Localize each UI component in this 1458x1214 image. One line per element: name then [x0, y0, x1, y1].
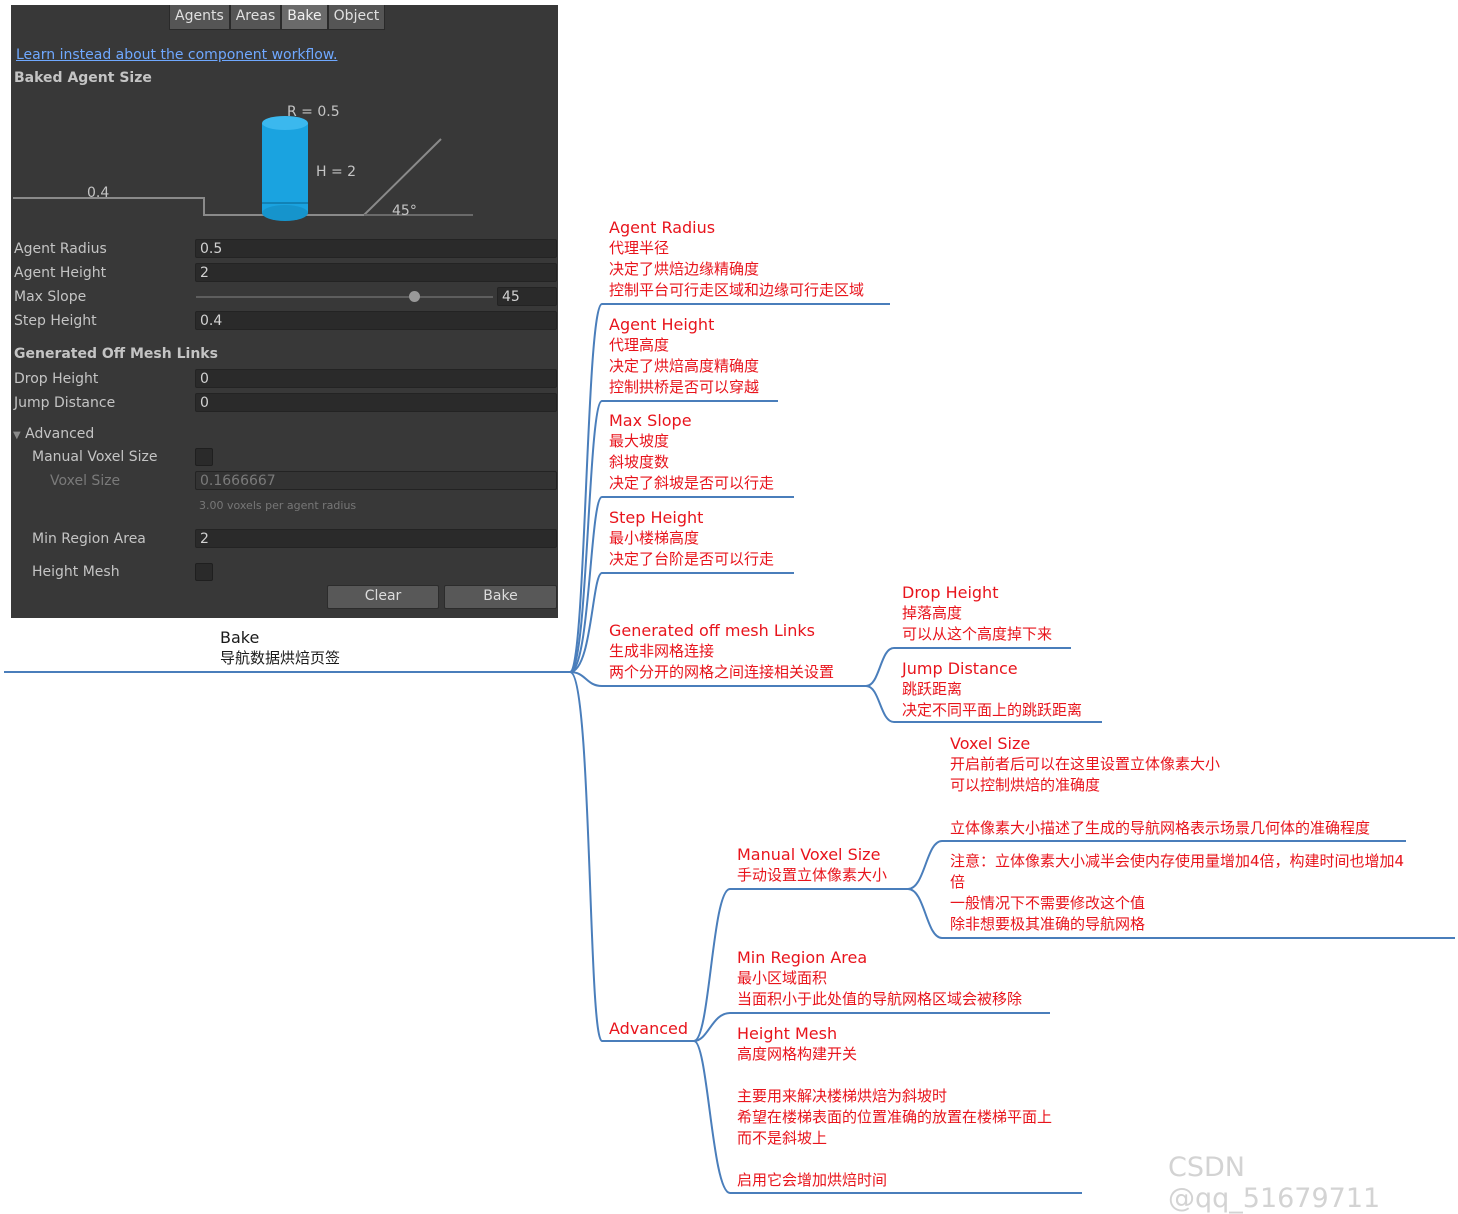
voxel-desc-node: 立体像素大小描述了生成的导航网格表示场景几何体的准确程度 — [950, 818, 1370, 839]
agent-radius-node: Agent Radius 代理半径 决定了烘焙边缘精确度 控制平台可行走区域和边… — [609, 217, 864, 301]
agent-height-node-title: Agent Height — [609, 315, 715, 334]
height-mesh-node-line: 而不是斜坡上 — [737, 1129, 828, 1147]
drop-height-node-line: 可以从这个高度掉下来 — [902, 625, 1053, 643]
drop-height-node: Drop Height 掉落高度 可以从这个高度掉下来 — [902, 582, 1052, 645]
max-slope-node-line: 斜坡度数 — [609, 453, 670, 471]
height-mesh-node-spacer — [737, 1065, 1052, 1086]
height-mesh-node-title: Height Mesh — [737, 1024, 838, 1043]
voxel-note-node-line: 注意：立体像素大小减半会使内存使用量增加4倍，构建时间也增加4 — [950, 852, 1405, 870]
voxel-note-node: 注意：立体像素大小减半会使内存使用量增加4倍，构建时间也增加4 倍 一般情况下不… — [950, 851, 1404, 935]
voxel-size-node: Voxel Size 开启前者后可以在这里设置立体像素大小 可以控制烘焙的准确度 — [950, 733, 1220, 796]
agent-radius-node-line: 控制平台可行走区域和边缘可行走区域 — [609, 281, 865, 299]
height-mesh-node-line: 启用它会增加烘焙时间 — [737, 1171, 888, 1189]
manual-voxel-size-node: Manual Voxel Size 手动设置立体像素大小 — [737, 844, 887, 886]
root-node: Bake 导航数据烘焙页签 — [220, 627, 340, 669]
agent-height-node: Agent Height 代理高度 决定了烘焙高度精确度 控制拱桥是否可以穿越 — [609, 314, 759, 398]
max-slope-node-title: Max Slope — [609, 411, 692, 430]
min-region-area-node-line: 最小区域面积 — [737, 969, 828, 987]
drop-height-node-line: 掉落高度 — [902, 604, 963, 622]
advanced-node-title: Advanced — [609, 1019, 689, 1038]
agent-height-node-line: 决定了烘焙高度精确度 — [609, 357, 760, 375]
jump-distance-node-line: 跳跃距离 — [902, 680, 963, 698]
off-mesh-links-node-line: 生成非网格连接 — [609, 642, 715, 660]
height-mesh-node-spacer — [737, 1149, 1052, 1170]
mindmap-connectors — [4, 303, 1455, 1194]
min-region-area-node-line: 当面积小于此处值的导航网格区域会被移除 — [737, 990, 1023, 1008]
jump-distance-node-title: Jump Distance — [902, 659, 1018, 678]
root-node-desc: 导航数据烘焙页签 — [220, 649, 341, 667]
height-mesh-node-line: 希望在楼梯表面的位置准确的放置在楼梯平面上 — [737, 1108, 1053, 1126]
jump-distance-node-line: 决定不同平面上的跳跃距离 — [902, 701, 1083, 719]
step-height-node-line: 最小楼梯高度 — [609, 529, 700, 547]
off-mesh-links-node-line: 两个分开的网格之间连接相关设置 — [609, 663, 835, 681]
voxel-desc-node-line: 立体像素大小描述了生成的导航网格表示场景几何体的准确程度 — [950, 819, 1371, 837]
agent-radius-node-line: 决定了烘焙边缘精确度 — [609, 260, 760, 278]
manual-voxel-size-node-title: Manual Voxel Size — [737, 845, 881, 864]
off-mesh-links-node-title: Generated off mesh Links — [609, 621, 815, 640]
watermark: CSDN @qq_51679711 — [1168, 1152, 1381, 1214]
jump-distance-node: Jump Distance 跳跃距离 决定不同平面上的跳跃距离 — [902, 658, 1082, 721]
advanced-node: Advanced — [609, 1018, 688, 1039]
voxel-size-node-title: Voxel Size — [950, 734, 1031, 753]
agent-height-node-line: 代理高度 — [609, 336, 670, 354]
min-region-area-node: Min Region Area 最小区域面积 当面积小于此处值的导航网格区域会被… — [737, 947, 1022, 1010]
step-height-node-title: Step Height — [609, 508, 704, 527]
agent-radius-node-title: Agent Radius — [609, 218, 716, 237]
step-height-node: Step Height 最小楼梯高度 决定了台阶是否可以行走 — [609, 507, 774, 570]
step-height-node-line: 决定了台阶是否可以行走 — [609, 550, 775, 568]
min-region-area-node-title: Min Region Area — [737, 948, 868, 967]
height-mesh-node-line: 高度网格构建开关 — [737, 1045, 858, 1063]
off-mesh-links-node: Generated off mesh Links 生成非网格连接 两个分开的网格… — [609, 620, 834, 683]
agent-height-node-line: 控制拱桥是否可以穿越 — [609, 378, 760, 396]
height-mesh-node-line: 主要用来解决楼梯烘焙为斜坡时 — [737, 1087, 948, 1105]
max-slope-node: Max Slope 最大坡度 斜坡度数 决定了斜坡是否可以行走 — [609, 410, 774, 494]
drop-height-node-title: Drop Height — [902, 583, 999, 602]
voxel-note-node-line: 倍 — [950, 873, 966, 891]
manual-voxel-size-node-line: 手动设置立体像素大小 — [737, 866, 888, 884]
voxel-note-node-line: 一般情况下不需要修改这个值 — [950, 894, 1146, 912]
max-slope-node-line: 决定了斜坡是否可以行走 — [609, 474, 775, 492]
agent-radius-node-line: 代理半径 — [609, 239, 670, 257]
height-mesh-node: Height Mesh 高度网格构建开关 主要用来解决楼梯烘焙为斜坡时 希望在楼… — [737, 1023, 1052, 1191]
voxel-size-node-line: 可以控制烘焙的准确度 — [950, 776, 1101, 794]
voxel-note-node-line: 除非想要极其准确的导航网格 — [950, 915, 1146, 933]
max-slope-node-line: 最大坡度 — [609, 432, 670, 450]
voxel-size-node-line: 开启前者后可以在这里设置立体像素大小 — [950, 755, 1221, 773]
root-node-title: Bake — [220, 628, 260, 647]
